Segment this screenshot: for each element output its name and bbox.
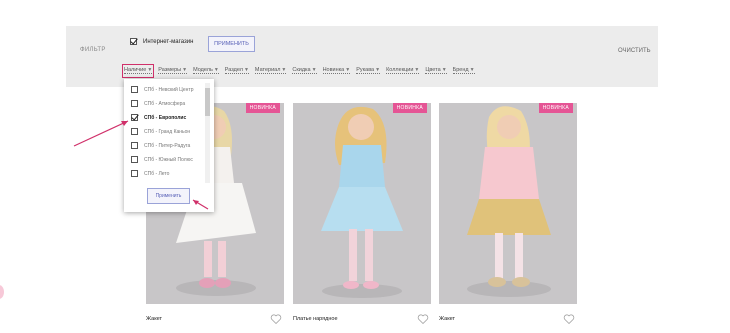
arrow-line — [73, 120, 129, 147]
annotation-arrows — [73, 120, 209, 210]
